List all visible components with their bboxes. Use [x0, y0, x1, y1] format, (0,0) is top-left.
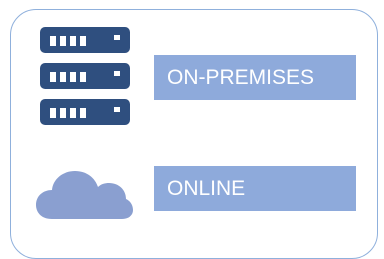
server-unit-bottom	[40, 99, 130, 125]
cloud-icon	[36, 171, 133, 219]
online-label: ONLINE	[154, 166, 356, 211]
server-unit-middle	[40, 63, 130, 89]
server-unit-top	[40, 27, 130, 53]
on-premises-label: ON-PREMISES	[154, 55, 356, 100]
server-stack-icon	[40, 27, 130, 125]
